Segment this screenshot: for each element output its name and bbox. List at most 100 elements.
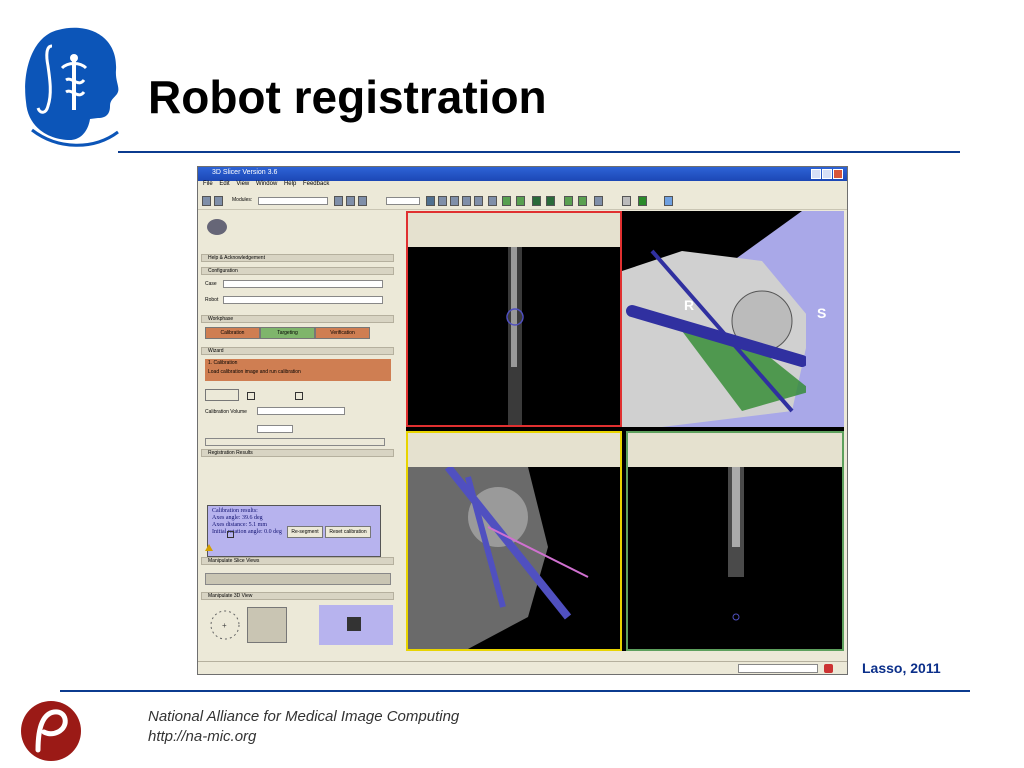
citation: Lasso, 2011 [862,660,941,676]
load-calibration-button[interactable] [205,389,239,401]
footer-text: National Alliance for Medical Image Comp… [148,707,459,747]
results-line: Calibration results: [212,508,258,514]
calibration-volume-label: Calibration Volume [205,409,247,415]
section-configuration[interactable]: Configuration [201,267,394,275]
view-axis-buttons[interactable] [247,607,287,643]
layout-icon[interactable] [564,196,573,206]
spin-box[interactable] [257,425,293,433]
save-icon[interactable] [214,196,223,206]
progress-field [738,664,818,673]
menu-edit[interactable]: Edit [219,181,229,187]
robot-label: Robot [205,297,219,303]
title-divider [118,151,960,153]
footer-org: National Alliance for Medical Image Comp… [148,708,460,725]
forward-icon[interactable] [346,196,355,206]
view-icon[interactable] [488,196,497,206]
maximize-icon[interactable] [822,169,832,179]
rotate-3d-icon[interactable]: + [205,605,245,645]
menu-file[interactable]: File [203,181,213,187]
3d-render [622,211,844,427]
verification-tab[interactable]: Verification [315,327,370,339]
case-label: Case [205,281,217,287]
perk-logo-icon [21,701,81,761]
sagittal-mri-image [408,467,589,649]
cube-icon [347,617,361,631]
menu-bar: File Edit View Window Help Feedback [198,181,847,191]
slice-controller[interactable] [408,433,620,467]
red-slice-view[interactable] [406,211,622,427]
menu-feedback[interactable]: Feedback [303,181,329,187]
module-search-icon[interactable] [358,196,367,206]
module-select[interactable] [258,197,328,205]
calibration-volume-select[interactable] [257,407,345,415]
section-registration-results[interactable]: Registration Results [201,449,394,457]
module-logo-icon [207,219,227,235]
menu-help[interactable]: Help [284,181,296,187]
zoom-icon[interactable] [664,196,673,206]
error-log-icon[interactable] [824,664,833,673]
menu-window[interactable]: Window [256,181,277,187]
footer-url: http://na-mic.org [148,728,257,745]
yellow-slice-view[interactable] [406,431,622,651]
s-orientation-label: S [817,305,827,321]
wizard-step-subtitle: Load calibration image and run calibrati… [208,369,301,375]
wizard-step-title: 1. Calibration [208,360,238,366]
search-input[interactable] [386,197,420,205]
slice-controller[interactable] [408,213,620,247]
home-icon[interactable] [202,196,211,206]
reset-calibration-button[interactable]: Reset calibration [325,526,371,538]
robot-select[interactable] [223,296,383,304]
fiducial-icon[interactable] [516,196,525,206]
window-title: 3D Slicer Version 3.6 [212,169,278,176]
green-slice-view[interactable] [626,431,844,651]
slice-controls[interactable] [205,573,391,585]
3d-view[interactable]: R S [622,211,844,427]
coronal-mri-image [728,467,744,621]
collapsed-frame[interactable] [205,438,385,446]
section-manipulate-slice[interactable]: Manipulate Slice Views [201,557,394,565]
warning-icon [205,544,213,551]
show-wizard-checkbox[interactable] [247,392,255,400]
layout-icon[interactable] [426,196,435,206]
modules-label: Modules: [232,197,253,203]
section-workphase[interactable]: Workphase [201,315,394,323]
layout-icon[interactable] [578,196,587,206]
view-icon[interactable] [474,196,483,206]
slice-controller[interactable] [628,433,842,467]
section-manipulate-3d[interactable]: Manipulate 3D View [201,592,394,600]
edit-marker-checkbox[interactable] [227,531,234,538]
footer-divider [60,690,970,692]
viewer-area: R S [406,211,844,651]
slide-title: Robot registration [148,71,547,123]
section-help[interactable]: Help & Acknowledgement [201,254,394,262]
back-icon[interactable] [334,196,343,206]
case-select[interactable] [223,280,383,288]
place-icon[interactable] [638,196,647,206]
axial-mri-image [506,247,524,425]
toolbar: Modules: [198,193,847,210]
wizard-step-banner: 1. Calibration Load calibration image an… [205,359,391,381]
mouse-mode-icon[interactable] [622,196,631,206]
fiducial-icon[interactable] [502,196,511,206]
show-workspace-checkbox[interactable] [295,392,303,400]
layout-icon[interactable] [532,196,541,206]
view-icon[interactable] [462,196,471,206]
slicer-logo-icon [25,27,119,147]
svg-text:+: + [222,621,227,630]
minimize-icon[interactable] [811,169,821,179]
window-titlebar: 3D Slicer Version 3.6 [198,167,847,181]
screenshot-icon[interactable] [594,196,603,206]
view-icon[interactable] [438,196,447,206]
module-panel: Help & Acknowledgement Configuration Cas… [201,211,397,659]
3d-view-thumbnail [319,605,393,645]
layout-icon[interactable] [546,196,555,206]
r-orientation-label: R [684,297,695,313]
targeting-tab[interactable]: Targeting [260,327,315,339]
slicer-screenshot: 3D Slicer Version 3.6 File Edit View Win… [197,166,848,675]
calibration-tab[interactable]: Calibration [205,327,260,339]
view-icon[interactable] [450,196,459,206]
menu-view[interactable]: View [236,181,249,187]
close-icon[interactable] [833,169,843,179]
section-wizard[interactable]: Wizard [201,347,394,355]
resegment-button[interactable]: Re-segment [287,526,323,538]
